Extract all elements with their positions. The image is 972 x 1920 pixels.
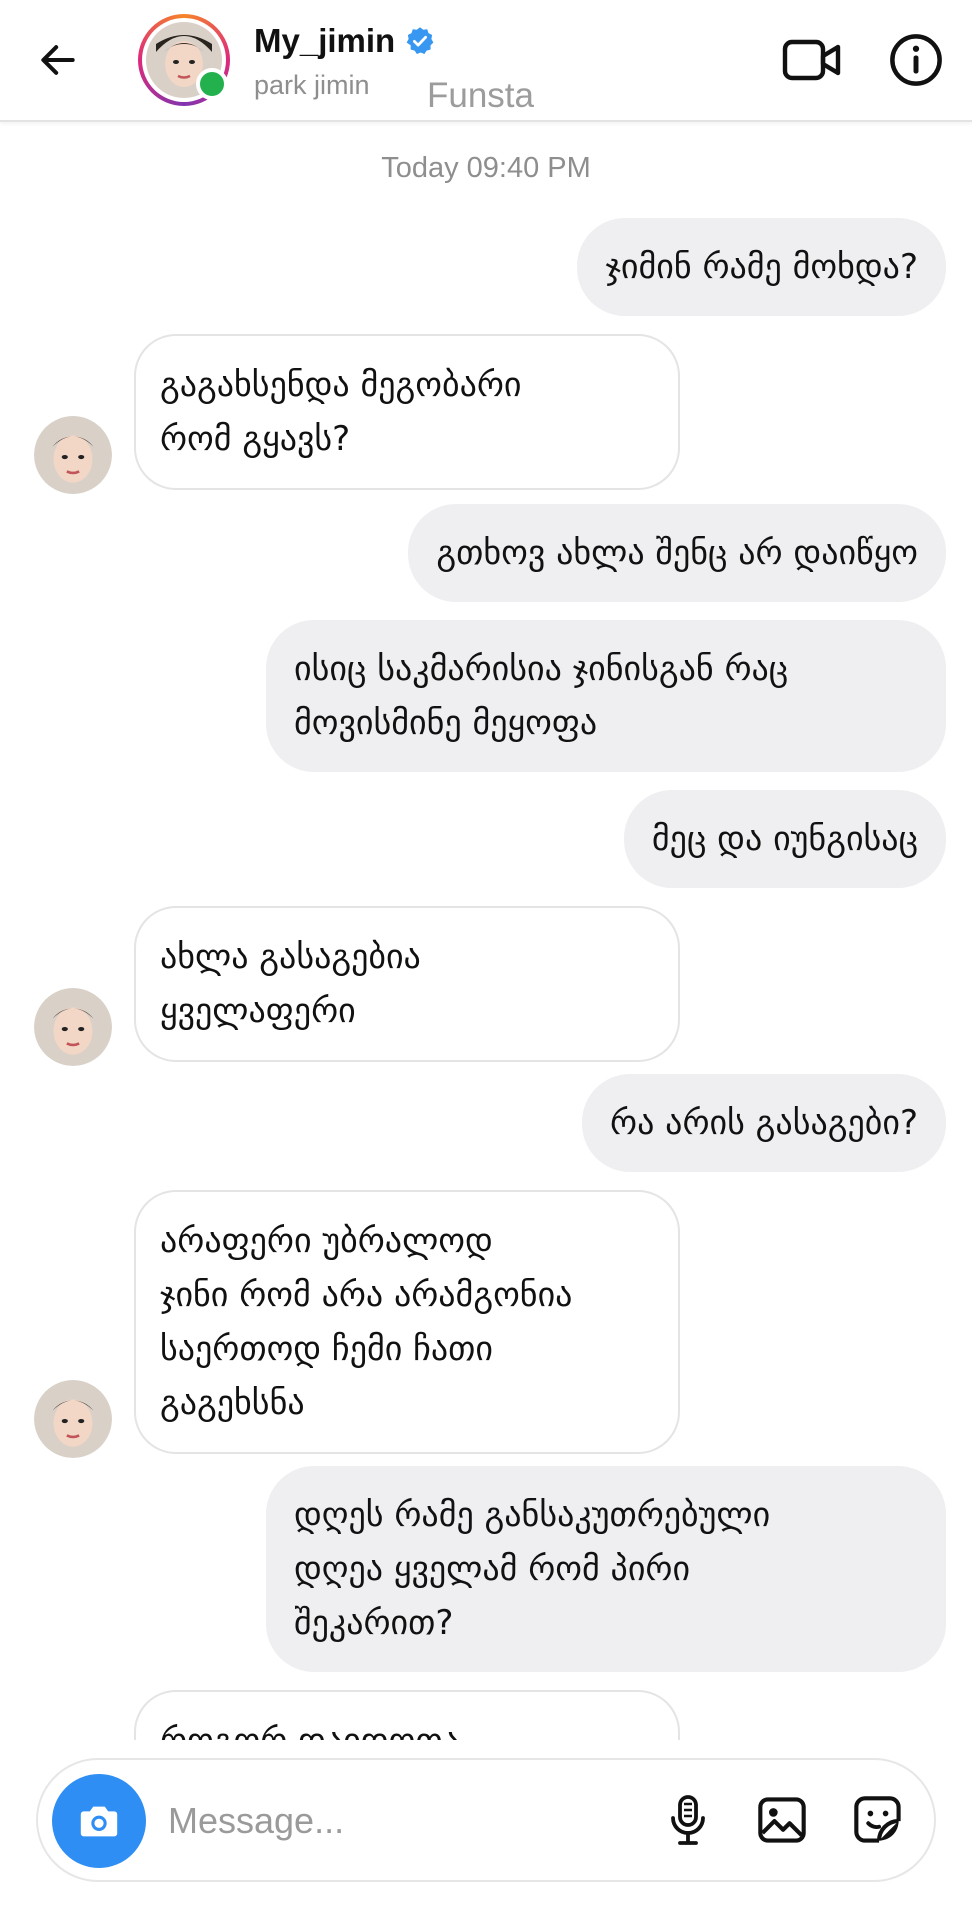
sender-avatar[interactable]	[34, 1380, 112, 1458]
info-icon	[890, 34, 942, 86]
camera-icon	[80, 1806, 118, 1837]
avatar-face-icon	[34, 1380, 112, 1458]
conversation-timestamp: Today 09:40 PM	[381, 152, 591, 184]
avatar-face-icon	[34, 416, 112, 494]
sent-message-bubble[interactable]: ჯიმინ რამე მოხდა?	[577, 218, 946, 316]
verified-badge-icon	[406, 27, 434, 54]
online-status-dot	[196, 68, 228, 100]
received-message-bubble[interactable]: არაფერი უბრალოდ ჯინი რომ არა არამგონია ს…	[134, 1190, 680, 1454]
camera-button[interactable]	[52, 1774, 146, 1868]
message-input[interactable]	[166, 1788, 650, 1854]
received-message-bubble[interactable]: ახლა გასაგებია ყველაფერი	[134, 906, 680, 1062]
chat-header: My_jimin park jimin Funsta	[0, 0, 972, 122]
sent-message-bubble[interactable]: დღეს რამე განსაკუთრებული დღეა ყველამ რომ…	[266, 1466, 946, 1672]
sender-avatar[interactable]	[34, 416, 112, 494]
arrow-left-icon	[41, 45, 75, 75]
back-button[interactable]	[26, 28, 90, 92]
gallery-button[interactable]	[750, 1788, 814, 1852]
received-message-bubble[interactable]: გაგახსენდა მეგობარი რომ გყავს?	[134, 334, 680, 490]
sent-message-bubble[interactable]: რა არის გასაგები?	[582, 1074, 946, 1172]
info-button[interactable]	[882, 26, 950, 94]
avatar-face-icon	[34, 988, 112, 1066]
image-icon	[758, 1797, 806, 1843]
sticker-icon	[854, 1796, 901, 1843]
sticker-button[interactable]	[846, 1788, 910, 1852]
account-tag: Funsta	[427, 76, 534, 115]
profile-avatar[interactable]	[138, 14, 230, 106]
message-composer	[36, 1758, 936, 1882]
sent-message-bubble[interactable]: მეც და იუნგისაც	[623, 790, 946, 888]
sent-message-bubble[interactable]: გთხოვ ახლა შენც არ დაიწყო	[408, 504, 946, 602]
username[interactable]: My_jimin	[254, 22, 395, 60]
video-camera-icon	[782, 39, 841, 81]
microphone-icon	[671, 1795, 705, 1845]
display-name: park jimin	[254, 70, 370, 100]
sent-message-bubble[interactable]: ისიც საკმარისია ჯინისგან რაც მოვისმინე მ…	[266, 620, 946, 772]
voice-message-button[interactable]	[656, 1788, 720, 1852]
sender-avatar[interactable]	[34, 988, 112, 1066]
video-call-button[interactable]	[778, 26, 846, 94]
